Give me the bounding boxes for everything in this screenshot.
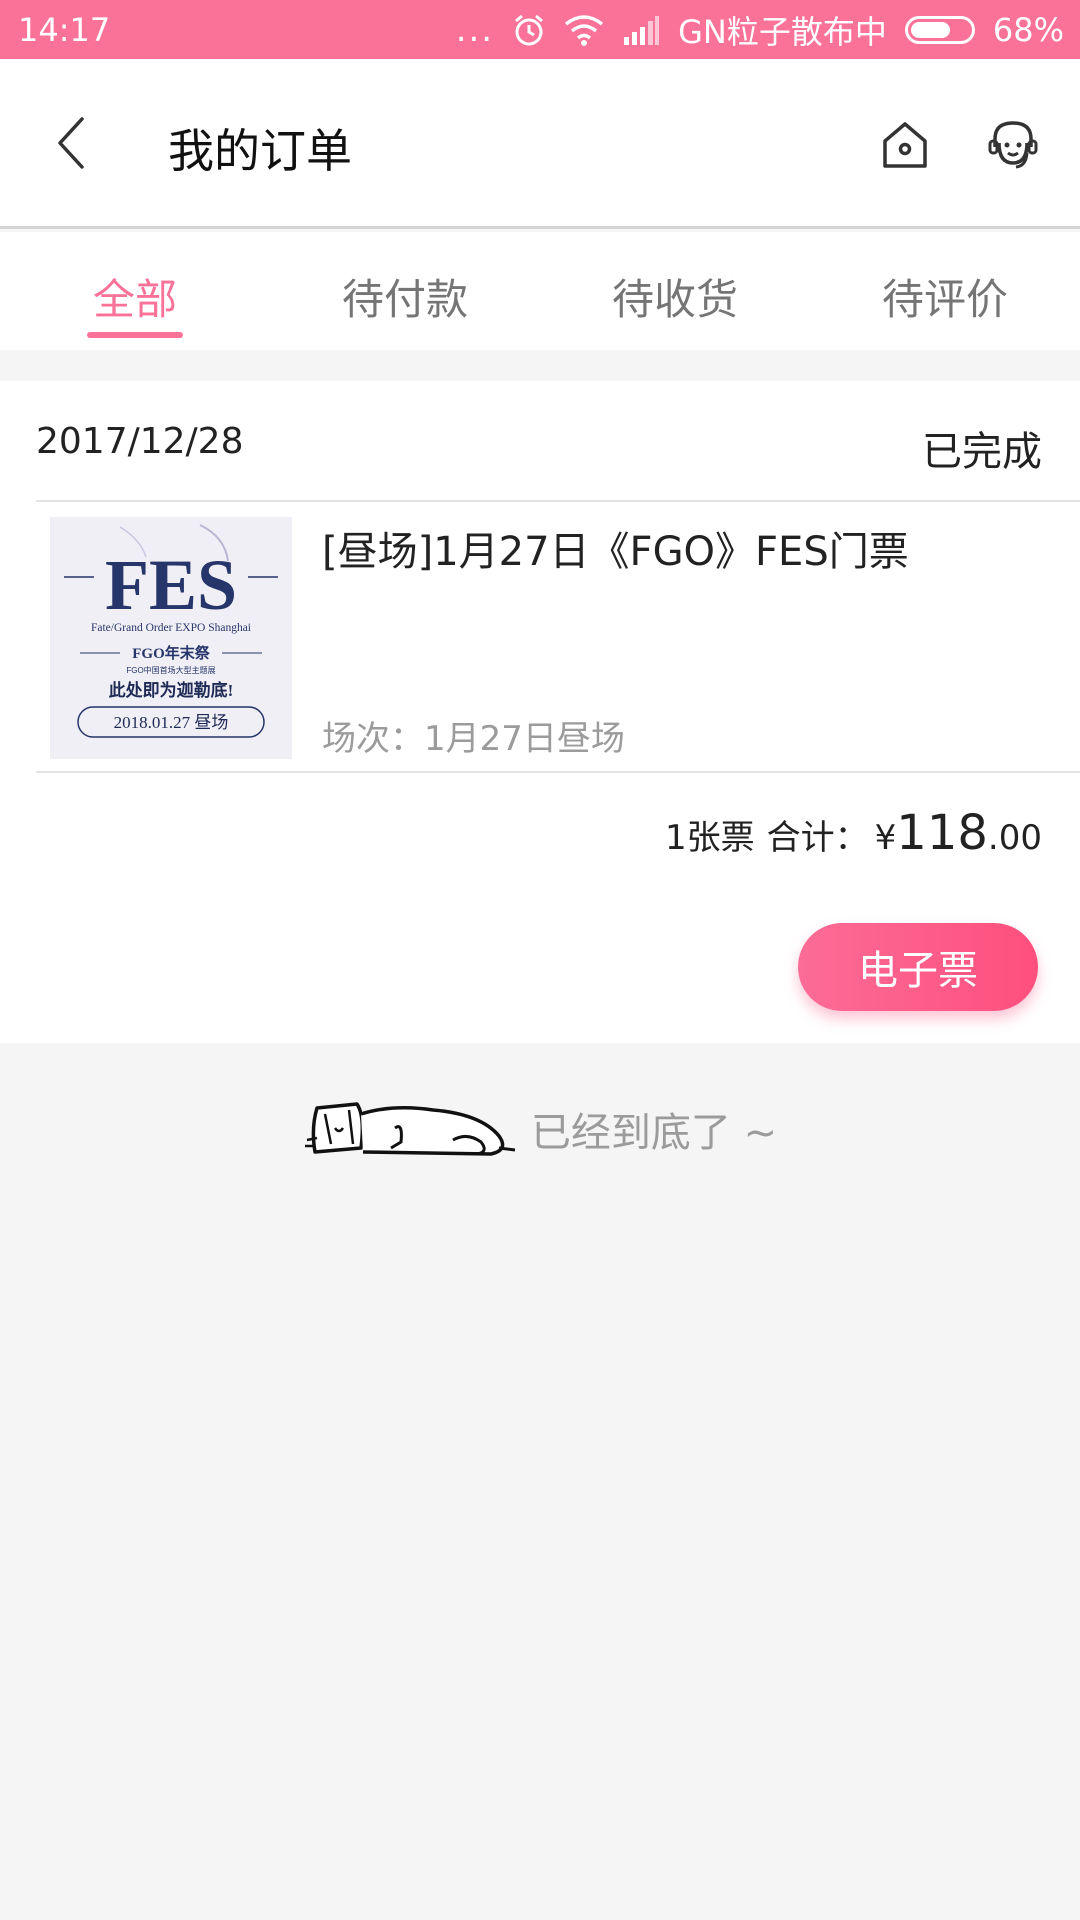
- battery-icon: [904, 15, 975, 44]
- status-bar: 14:17 ... GN粒子散布中 68%: [0, 0, 1080, 59]
- alarm-icon: [515, 14, 544, 45]
- currency-symbol: ¥: [874, 818, 897, 858]
- total-label: 合计：: [766, 818, 869, 858]
- order-total: 1张票 合计： ¥ 118 .00: [665, 805, 1042, 861]
- tab-pending-review[interactable]: 待评价: [810, 232, 1080, 350]
- status-icons: ... GN粒子散布中 68%: [456, 7, 1064, 53]
- battery-percent: 68%: [992, 10, 1064, 49]
- ticket-quantity: 1张票: [665, 818, 755, 858]
- status-carrier: GN粒子散布中: [678, 12, 887, 51]
- tab-label: 待收货: [611, 275, 738, 324]
- poster-event: FGO年末祭: [132, 644, 210, 662]
- tab-pending-payment[interactable]: 待付款: [270, 232, 540, 350]
- poster-date: 2018.01.27 昼场: [114, 713, 229, 732]
- poster-headline: FES: [105, 545, 237, 625]
- status-time: 14:17: [18, 10, 111, 49]
- order-card[interactable]: 2017/12/28 已完成 FES Fate/Grand Order EXPO…: [0, 381, 1080, 1043]
- back-icon[interactable]: [52, 113, 98, 173]
- wifi-icon: [565, 14, 604, 46]
- tab-all[interactable]: 全部: [0, 232, 270, 350]
- customer-service-icon[interactable]: [986, 117, 1040, 171]
- order-tabs: 全部 待付款 待收货 待评价: [0, 232, 1080, 350]
- poster-slogan: 此处即为迦勒底!: [109, 680, 234, 700]
- eticket-button[interactable]: 电子票: [798, 923, 1038, 1011]
- home-icon[interactable]: [880, 119, 930, 171]
- order-status: 已完成: [922, 429, 1042, 475]
- tab-pending-receipt[interactable]: 待收货: [540, 232, 810, 350]
- battery-level: [910, 21, 951, 38]
- item-title[interactable]: [昼场]1月27日《FGO》FES门票: [322, 519, 909, 577]
- fes-poster-image: FES Fate/Grand Order EXPO Shanghai FGO年末…: [50, 517, 292, 759]
- lying-mascot-icon: [304, 1102, 516, 1156]
- tab-label: 待付款: [341, 275, 468, 324]
- poster-subtitle: Fate/Grand Order EXPO Shanghai: [91, 622, 251, 634]
- divider: [36, 500, 1080, 502]
- tab-active-indicator: [87, 332, 183, 338]
- poster-event-sub: FGO中国首场大型主题展: [126, 665, 215, 675]
- divider: [36, 771, 1080, 773]
- end-of-list-text: 已经到底了 ~: [530, 1110, 778, 1156]
- header: 我的订单: [0, 59, 1080, 229]
- order-date: 2017/12/28: [36, 421, 244, 462]
- tab-label: 待评价: [881, 275, 1008, 324]
- signal-icon: [624, 15, 660, 45]
- item-session: 场次：1月27日昼场: [322, 719, 625, 759]
- page-title: 我的订单: [168, 124, 352, 178]
- end-of-list: 已经到底了 ~: [0, 1098, 1080, 1160]
- item-thumbnail[interactable]: FES Fate/Grand Order EXPO Shanghai FGO年末…: [50, 517, 292, 759]
- total-amount-integer: 118: [896, 805, 988, 861]
- total-amount-decimal: .00: [987, 818, 1042, 858]
- status-more-dots: ...: [455, 9, 495, 50]
